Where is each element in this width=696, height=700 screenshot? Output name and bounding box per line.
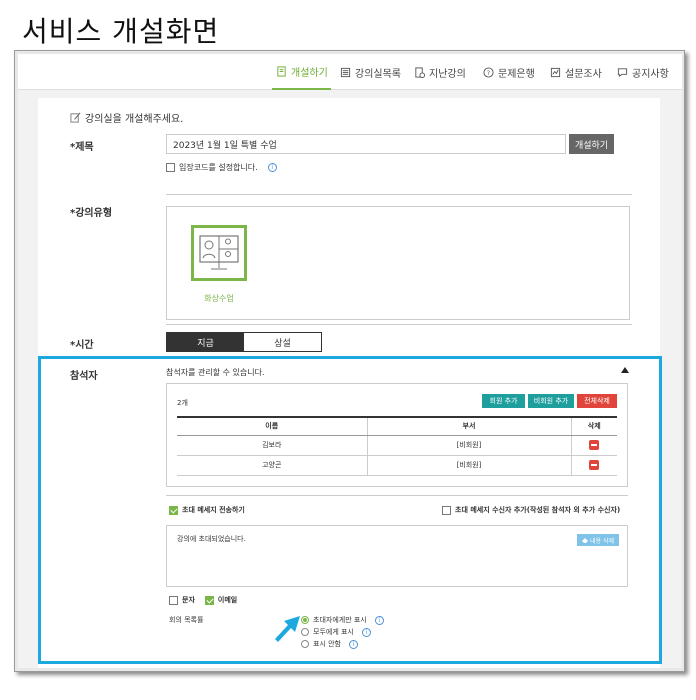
add-nonmember-button[interactable]: 비회원 추가 bbox=[528, 394, 574, 408]
title-label: *제목 bbox=[70, 142, 94, 153]
time-now-option[interactable]: 지금 bbox=[167, 333, 244, 351]
email-label: 이메일 bbox=[217, 596, 238, 604]
info-icon[interactable]: i bbox=[361, 627, 371, 637]
row-dept: [비회원] bbox=[366, 435, 571, 456]
tab-label: 지난강의 bbox=[429, 68, 466, 80]
add-recipient-row: 초대 메세지 수신자 추가(작성된 참석자 외 추가 수신자) bbox=[442, 505, 620, 515]
svg-text:?: ? bbox=[487, 68, 490, 76]
col-delete: 삭제 bbox=[570, 416, 617, 436]
radio-label: 초대자에게만 표시 bbox=[313, 616, 367, 624]
channel-row: 문자 이메일 bbox=[169, 595, 237, 605]
divider bbox=[166, 194, 632, 195]
screenshot-frame: 개설하기 강의실목록 지난강의 ? 문제은행 설문조사 공지사항 강의실을 개설… bbox=[14, 50, 685, 672]
question-icon: ? bbox=[483, 66, 494, 78]
entry-code-checkbox[interactable] bbox=[166, 163, 175, 172]
radio-show-all[interactable]: 모두에게 표시 i bbox=[301, 627, 371, 637]
entry-code-row: 입장코드를 설정합니다. i bbox=[166, 162, 277, 173]
tab-label: 개설하기 bbox=[291, 67, 328, 79]
pencil-icon bbox=[70, 112, 81, 123]
tab-label: 강의실목록 bbox=[355, 68, 401, 80]
list-icon bbox=[340, 67, 351, 77]
tab-label: 공지사항 bbox=[632, 68, 669, 80]
tab-notice[interactable]: 공지사항 bbox=[617, 54, 669, 90]
sms-checkbox[interactable] bbox=[169, 595, 178, 605]
radio-label: 표시 안함 bbox=[313, 640, 341, 648]
tab-room-list[interactable]: 강의실목록 bbox=[340, 54, 401, 90]
radio-only-inviter-button[interactable] bbox=[301, 616, 309, 624]
pointer-arrow-icon bbox=[275, 616, 300, 642]
survey-icon bbox=[550, 67, 561, 77]
message-delete-button[interactable]: 내용 삭제 bbox=[577, 534, 619, 546]
message-delete-label: 내용 삭제 bbox=[590, 537, 614, 545]
col-name: 이름 bbox=[177, 416, 367, 436]
collapse-arrow-icon[interactable] bbox=[621, 367, 629, 373]
table-header-row: 이름 부서 삭제 bbox=[177, 416, 617, 436]
time-label: *시간 bbox=[70, 340, 94, 351]
add-member-button[interactable]: 회원 추가 bbox=[482, 394, 525, 408]
tab-create[interactable]: 개설하기 bbox=[272, 54, 331, 90]
info-icon[interactable]: i bbox=[267, 163, 277, 172]
divider bbox=[166, 324, 632, 325]
radio-only-inviter[interactable]: 초대자에게만 표시 i bbox=[301, 615, 384, 625]
email-checkbox[interactable] bbox=[204, 595, 214, 605]
open-button[interactable]: 개설하기 bbox=[569, 134, 614, 154]
row-name: 고양곤 bbox=[177, 455, 367, 476]
history-doc-icon bbox=[415, 66, 425, 78]
remove-row-icon[interactable] bbox=[589, 460, 600, 470]
remove-row-icon[interactable] bbox=[589, 440, 600, 450]
participants-label: 참석자 bbox=[70, 371, 98, 382]
top-nav: 개설하기 강의실목록 지난강의 ? 문제은행 설문조사 공지사항 bbox=[18, 54, 682, 90]
send-invite-checkbox[interactable] bbox=[169, 505, 178, 515]
create-form-card: 강의실을 개설해주세요. *제목 개설하기 입장코드를 설정합니다. i *강의… bbox=[38, 98, 662, 668]
tab-past-lectures[interactable]: 지난강의 bbox=[414, 54, 466, 90]
participant-list-box: 2개 회원 추가 비회원 추가 전체삭제 이름 부서 삭제 김보라 [비회원] … bbox=[166, 383, 628, 487]
entry-code-label: 입장코드를 설정합니다. bbox=[179, 163, 258, 172]
radio-hide[interactable]: 표시 안함 i bbox=[301, 639, 358, 649]
message-text: 강의에 초대되었습니다. bbox=[177, 535, 246, 543]
participant-count: 2개 bbox=[177, 399, 188, 407]
edit-doc-icon bbox=[277, 65, 286, 77]
time-permanent-option[interactable]: 상설 bbox=[244, 333, 321, 351]
video-class-label: 화상수업 bbox=[204, 294, 234, 303]
meeting-list-label: 회의 목록률 bbox=[169, 616, 204, 624]
radio-label: 모두에게 표시 bbox=[313, 628, 354, 636]
info-icon[interactable]: i bbox=[349, 639, 358, 649]
delete-all-button[interactable]: 전체삭제 bbox=[577, 394, 617, 408]
row-dept: [비회원] bbox=[366, 455, 571, 476]
participants-desc: 참석자를 관리할 수 있습니다. bbox=[166, 368, 265, 377]
app-window: 개설하기 강의실목록 지난강의 ? 문제은행 설문조사 공지사항 강의실을 개설… bbox=[18, 54, 682, 668]
add-recipient-label: 초대 메세지 수신자 추가(작성된 참석자 외 추가 수신자) bbox=[455, 506, 621, 514]
table-row: 김보라 [비회원] bbox=[177, 435, 617, 456]
video-conference-icon bbox=[199, 235, 239, 270]
intro-text: 강의실을 개설해주세요. bbox=[85, 114, 184, 125]
page-caption: 서비스 개설화면 bbox=[22, 15, 220, 48]
radio-show-all-button[interactable] bbox=[301, 628, 309, 636]
time-toggle: 지금 상설 bbox=[166, 332, 322, 352]
tab-label: 문제은행 bbox=[498, 68, 535, 80]
chat-icon bbox=[617, 67, 628, 77]
sms-label: 문자 bbox=[182, 596, 195, 604]
add-recipient-checkbox[interactable] bbox=[442, 505, 451, 515]
radio-hide-button[interactable] bbox=[301, 640, 309, 648]
video-class-tile[interactable] bbox=[191, 225, 247, 281]
row-name: 김보라 bbox=[177, 435, 367, 456]
title-input[interactable] bbox=[166, 134, 566, 154]
send-invite-row: 초대 메세지 전송하기 bbox=[169, 505, 245, 515]
info-icon[interactable]: i bbox=[374, 615, 384, 625]
tab-survey[interactable]: 설문조사 bbox=[550, 54, 602, 90]
participant-table: 이름 부서 삭제 김보라 [비회원] 고양곤 [비회원] bbox=[177, 416, 617, 476]
message-textarea[interactable]: 강의에 초대되었습니다. 내용 삭제 bbox=[166, 525, 628, 587]
send-invite-label: 초대 메세지 전송하기 bbox=[182, 506, 245, 514]
tab-question-bank[interactable]: ? 문제은행 bbox=[483, 54, 535, 90]
lecture-type-box: 화상수업 bbox=[166, 206, 630, 320]
table-row: 고양곤 [비회원] bbox=[177, 455, 617, 476]
participants-section: 참석자 참석자를 관리할 수 있습니다. 2개 회원 추가 비회원 추가 전체삭… bbox=[38, 356, 662, 664]
divider bbox=[166, 495, 628, 496]
eraser-icon bbox=[582, 538, 588, 543]
tab-label: 설문조사 bbox=[565, 68, 602, 80]
form-intro: 강의실을 개설해주세요. bbox=[70, 110, 183, 125]
col-dept: 부서 bbox=[366, 416, 571, 436]
type-label: *강의유형 bbox=[70, 208, 113, 219]
